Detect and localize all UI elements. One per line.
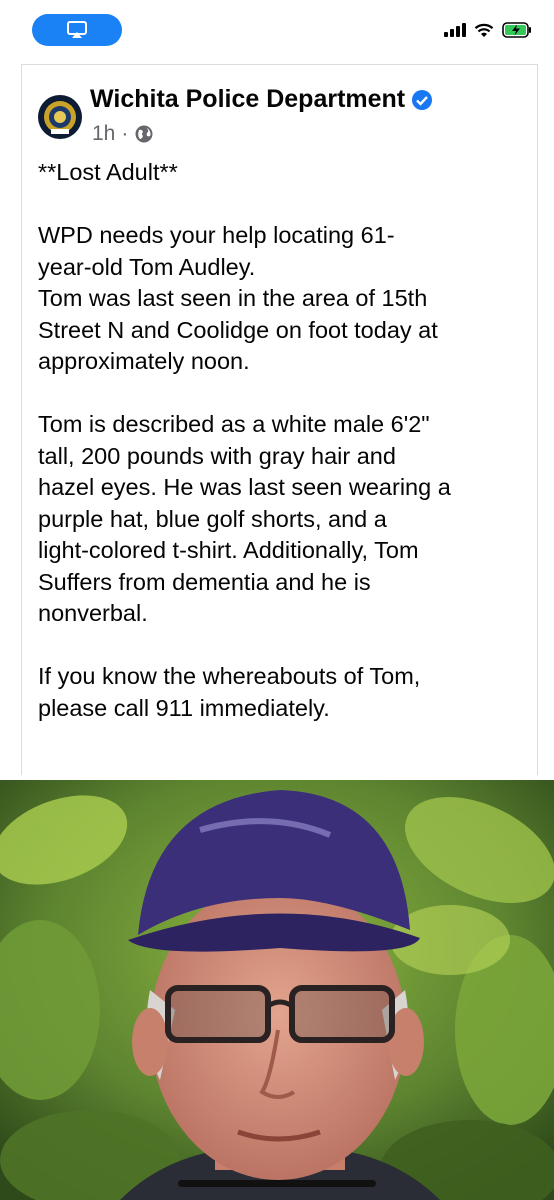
post-text-line: light-colored t-shirt. Additionally, Tom	[38, 537, 419, 563]
post-time[interactable]: 1h	[92, 122, 115, 146]
post-text-line: If you know the whereabouts of Tom,	[38, 663, 421, 689]
post-text-line: year-old Tom Audley.	[38, 253, 256, 280]
post-photo[interactable]	[0, 780, 554, 1200]
avatar[interactable]	[38, 95, 82, 139]
post-meta: 1h ·	[92, 122, 154, 146]
page-name-row[interactable]: Wichita Police Department	[90, 85, 433, 114]
page-name[interactable]: Wichita Police Department	[90, 85, 405, 114]
post-text-line: please call 911 immediately.	[38, 694, 330, 721]
post-text-line: WPD needs your help locating 61-	[38, 222, 395, 248]
globe-icon[interactable]	[134, 124, 154, 144]
man-in-purple-cap-photo	[0, 780, 554, 1200]
post-text-line: Suffers from dementia and he is	[38, 568, 371, 595]
post-text-line: nonverbal.	[38, 600, 148, 626]
post-text-line: tall, 200 pounds with gray hair and	[38, 442, 396, 469]
post-body: **Lost Adult** WPD needs your help locati…	[38, 157, 533, 724]
status-bar	[0, 0, 554, 60]
home-indicator[interactable]	[178, 1180, 376, 1187]
battery-charging-icon	[502, 22, 531, 38]
post-text-line: **Lost Adult**	[38, 159, 178, 185]
post-text-line: hazel eyes. He was last seen wearing a	[38, 474, 451, 500]
wifi-icon	[474, 23, 494, 37]
post-text-line: approximately noon.	[38, 348, 250, 374]
police-badge-icon	[44, 101, 76, 134]
post-text-line: purple hat, blue golf shorts, and a	[38, 505, 387, 532]
screen-mirroring-pill[interactable]	[32, 14, 122, 46]
verified-badge-icon	[412, 89, 433, 110]
meta-separator: ·	[121, 122, 129, 145]
facebook-post: Wichita Police Department 1h · **Lost Ad…	[21, 64, 538, 775]
screen-mirroring-icon	[67, 21, 87, 38]
post-text-line: Tom is described as a white male 6'2"	[38, 411, 430, 437]
status-icons	[444, 22, 532, 38]
cellular-signal-icon	[444, 23, 466, 37]
post-text-line: Street N and Coolidge on foot today at	[38, 316, 438, 343]
post-text-line: Tom was last seen in the area of 15th	[38, 285, 428, 311]
